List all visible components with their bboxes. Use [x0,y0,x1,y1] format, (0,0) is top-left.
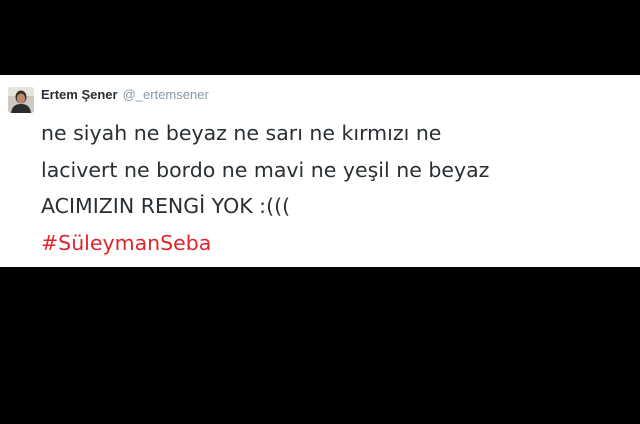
tweet-card: Ertem Şener @_ertemsener ne siyah ne bey… [0,75,640,267]
tweet-header: Ertem Şener @_ertemsener [41,87,209,105]
tweet-text-line: ne siyah ne beyaz ne sarı ne kırmızı ne [41,121,442,145]
author-handle[interactable]: @_ertemsener [123,87,209,102]
image-frame: Ertem Şener @_ertemsener ne siyah ne bey… [0,0,640,424]
tweet-text-line: ACIMIZIN RENGİ YOK :((( [41,194,291,218]
tweet-text-line: lacivert ne bordo ne mavi ne yeşil ne be… [41,157,490,182]
author-name[interactable]: Ertem Şener [41,87,118,102]
avatar[interactable] [8,87,34,113]
user-photo-icon [8,87,34,113]
hashtag-link[interactable]: #SüleymanSeba [41,225,640,262]
tweet-text: ne siyah ne beyaz ne sarı ne kırmızı ne … [41,115,640,261]
